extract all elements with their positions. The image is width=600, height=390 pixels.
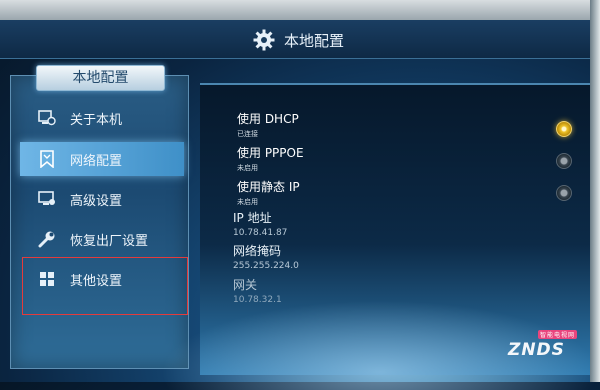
header-bar: 本地配置 (0, 20, 590, 59)
advanced-settings-icon (38, 190, 56, 208)
option-static-ip[interactable]: 使用静态 IP 未启用 (237, 178, 300, 207)
info-ip-address: IP 地址 10.78.41.87 (233, 209, 287, 238)
watermark-logo: 智能电视网 ZNDS (508, 330, 578, 360)
sidebar-item-factory-reset[interactable]: 恢复出厂设置 (20, 222, 184, 256)
watermark-tag: 智能电视网 (538, 330, 578, 339)
wrench-icon (38, 230, 56, 248)
sidebar-item-label: 关于本机 (70, 112, 123, 128)
info-label: 网关 (233, 278, 258, 292)
option-pppoe[interactable]: 使用 PPPOE 未启用 (237, 144, 304, 173)
sidebar-item-network[interactable]: 网络配置 (20, 142, 184, 176)
info-value: 10.78.41.87 (233, 228, 288, 238)
radio-dhcp[interactable] (556, 121, 572, 137)
screen-bezel-right (590, 0, 600, 382)
sidebar-item-label: 网络配置 (70, 153, 123, 169)
info-label: 网络掩码 (233, 244, 282, 258)
radio-static-ip[interactable] (556, 185, 572, 201)
gear-icon (252, 28, 276, 52)
option-status: 已连接 (237, 130, 258, 138)
info-netmask: 网络掩码 255.255.224.0 (233, 242, 299, 271)
network-icon (38, 150, 56, 168)
option-label: 使用 PPPOE (237, 146, 304, 160)
radio-pppoe[interactable] (556, 153, 572, 169)
sidebar-item-advanced[interactable]: 高级设置 (20, 182, 184, 216)
info-gateway: 网关 10.78.32.1 (233, 276, 282, 305)
info-label: IP 地址 (233, 211, 272, 225)
sidebar-item-label: 高级设置 (70, 193, 123, 209)
option-label: 使用静态 IP (237, 180, 300, 194)
info-value: 255.255.224.0 (233, 261, 299, 271)
option-label: 使用 DHCP (237, 112, 299, 126)
sidebar-item-about[interactable]: 关于本机 (20, 101, 184, 135)
watermark-text: ZNDS (508, 340, 565, 360)
option-status: 未启用 (237, 164, 258, 172)
sidebar-item-label: 恢复出厂设置 (70, 233, 149, 249)
about-device-icon (38, 109, 56, 127)
option-status: 未启用 (237, 198, 258, 206)
sidebar-tab[interactable]: 本地配置 (36, 65, 165, 91)
screen-bezel-top (0, 0, 600, 20)
info-value: 10.78.32.1 (233, 295, 282, 305)
page-title-group: 本地配置 (252, 28, 344, 52)
annotation-highlight (22, 257, 188, 315)
option-dhcp[interactable]: 使用 DHCP 已连接 (237, 110, 299, 139)
page-title: 本地配置 (284, 31, 345, 50)
